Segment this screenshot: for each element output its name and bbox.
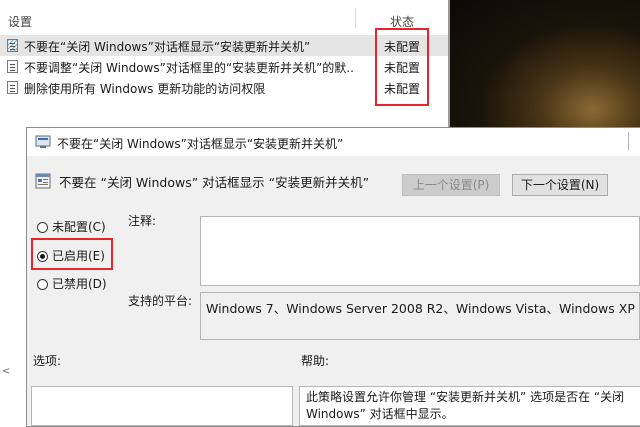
column-divider[interactable] bbox=[355, 8, 356, 28]
column-header-setting[interactable]: 设置 bbox=[8, 13, 32, 30]
radio-button-icon[interactable] bbox=[37, 279, 48, 290]
scroll-left-arrow-icon[interactable]: < bbox=[2, 366, 10, 377]
radio-disabled[interactable]: 已禁用(D) bbox=[37, 275, 107, 292]
title-bar-edge bbox=[628, 132, 639, 150]
policy-name: 不要在“关闭 Windows”对话框显示“安装更新并关机” bbox=[24, 40, 311, 54]
radio-label: 未配置(C) bbox=[52, 220, 106, 234]
policy-icon bbox=[7, 81, 18, 94]
supported-platform-label: 支持的平台: bbox=[128, 294, 193, 308]
enabled-highlight-box bbox=[31, 238, 113, 270]
policy-header-icon bbox=[35, 173, 51, 189]
next-setting-button[interactable]: 下一个设置(N) bbox=[512, 174, 608, 196]
policy-setting-dialog: 不要在“关闭 Windows”对话框显示“安装更新并关机” 不要在 “关闭 Wi… bbox=[26, 127, 640, 427]
help-label: 帮助: bbox=[301, 354, 330, 368]
policy-name: 不要调整“关闭 Windows”对话框里的“安装更新并关机”的默... bbox=[24, 61, 354, 75]
comment-textarea[interactable] bbox=[200, 216, 640, 286]
policy-settings-icon bbox=[35, 135, 51, 148]
dialog-title: 不要在“关闭 Windows”对话框显示“安装更新并关机” bbox=[57, 137, 344, 151]
radio-not-configured[interactable]: 未配置(C) bbox=[37, 218, 106, 235]
list-header: 设置 状态 bbox=[0, 0, 448, 30]
policy-name: 删除使用所有 Windows 更新功能的访问权限 bbox=[24, 82, 266, 96]
policy-icon bbox=[7, 60, 18, 73]
status-highlight-box bbox=[375, 28, 429, 106]
supported-platform-field[interactable]: Windows 7、Windows Server 2008 R2、Windows… bbox=[200, 292, 640, 340]
options-label: 选项: bbox=[33, 354, 62, 368]
radio-label: 已禁用(D) bbox=[52, 277, 107, 291]
policy-icon bbox=[7, 39, 18, 52]
radio-button-icon[interactable] bbox=[37, 222, 48, 233]
help-text-panel[interactable]: 此策略设置允许你管理 “安装更新并关机” 选项是否在 “关闭 Windows” … bbox=[299, 386, 640, 426]
dialog-title-bar[interactable]: 不要在“关闭 Windows”对话框显示“安装更新并关机” bbox=[27, 128, 640, 156]
options-panel[interactable] bbox=[31, 386, 293, 426]
policy-header-title: 不要在 “关闭 Windows” 对话框显示 “安装更新并关机” bbox=[59, 175, 370, 190]
previous-setting-button[interactable]: 上一个设置(P) bbox=[402, 174, 500, 196]
desktop-wallpaper bbox=[448, 0, 640, 128]
comment-label: 注释: bbox=[128, 214, 157, 228]
